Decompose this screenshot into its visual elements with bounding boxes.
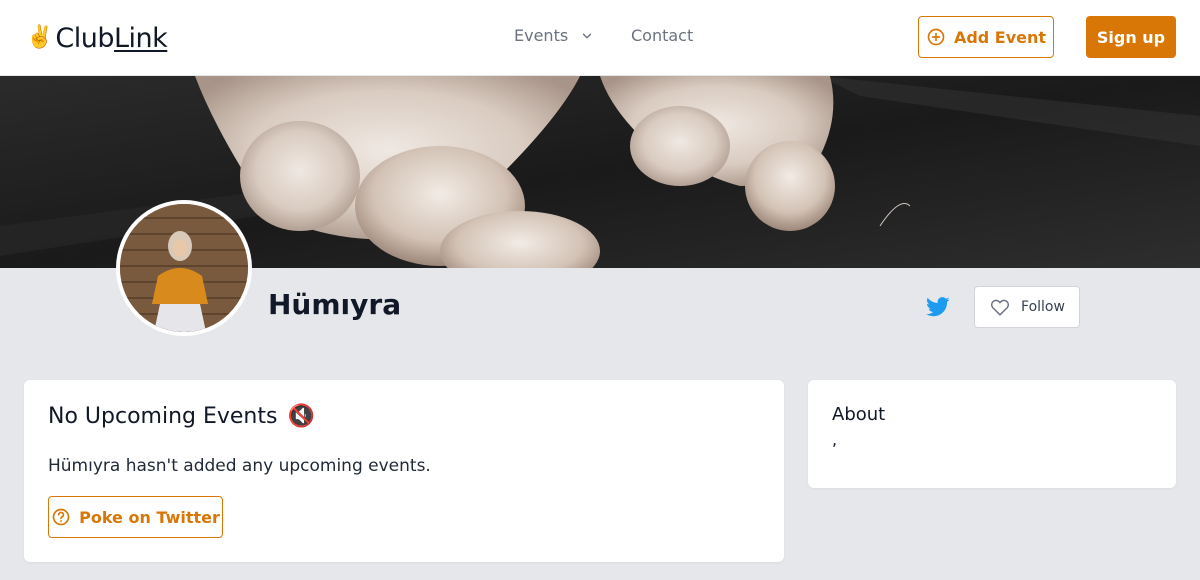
clublink-logo[interactable]: ✌️ Club Link xyxy=(26,22,168,54)
profile-avatar xyxy=(116,200,252,336)
follow-label: Follow xyxy=(1021,299,1065,315)
upcoming-events-card: No Upcoming Events 🔇 Hümıyra hasn't adde… xyxy=(24,380,784,562)
add-event-button[interactable]: Add Event xyxy=(918,16,1054,58)
poke-on-twitter-button[interactable]: Poke on Twitter xyxy=(48,496,223,538)
nav-events-dropdown[interactable]: Events xyxy=(514,26,594,45)
add-event-label: Add Event xyxy=(953,27,1047,47)
about-card: About , xyxy=(808,380,1176,488)
avatar-photo xyxy=(120,204,248,332)
events-description: Hümıyra hasn't added any upcoming events… xyxy=(48,456,431,476)
logo-text-club: Club xyxy=(55,22,115,54)
logo-text-link: Link xyxy=(114,22,168,54)
muted-speaker-icon: 🔇 xyxy=(287,404,315,429)
signup-button[interactable]: Sign up xyxy=(1086,16,1176,58)
nav-events-label: Events xyxy=(514,26,569,45)
poke-label: Poke on Twitter xyxy=(79,507,220,527)
victory-hand-icon: ✌️ xyxy=(26,25,54,50)
events-title-text: No Upcoming Events xyxy=(48,404,278,429)
plus-circle-icon xyxy=(927,28,945,46)
chevron-down-icon xyxy=(582,33,592,38)
top-navbar: ✌️ Club Link Events Contact Add Event Si… xyxy=(0,0,1200,76)
profile-name: Hümıyra xyxy=(268,288,402,321)
nav-contact-link[interactable]: Contact xyxy=(631,26,693,45)
events-heading: No Upcoming Events 🔇 xyxy=(48,404,315,429)
heart-icon xyxy=(990,299,1010,316)
about-text: , xyxy=(832,430,838,449)
twitter-icon[interactable] xyxy=(926,296,950,318)
follow-button[interactable]: Follow xyxy=(974,286,1080,328)
about-heading: About xyxy=(832,404,886,425)
question-circle-icon xyxy=(52,508,70,526)
